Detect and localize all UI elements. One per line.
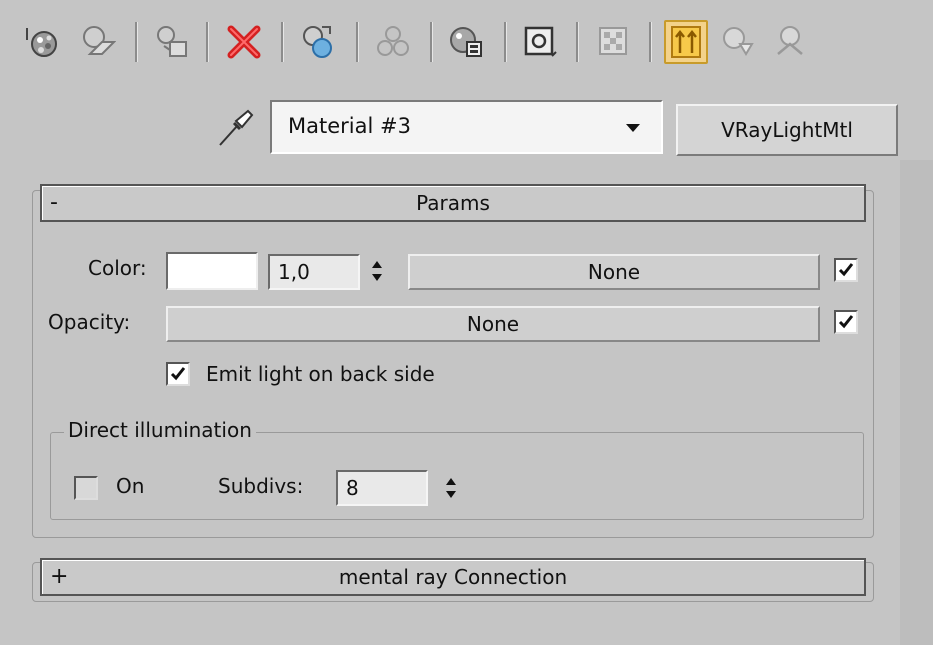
direct-on-label[interactable]: On: [116, 474, 144, 498]
show-map-in-viewport-icon[interactable]: [520, 20, 560, 64]
subdivs-field[interactable]: 8: [336, 470, 428, 506]
toolbar-separator: [649, 22, 652, 62]
toolbar-separator: [430, 22, 433, 62]
chevron-down-icon[interactable]: [613, 110, 653, 146]
rollout-title: Params: [416, 191, 490, 215]
material-type-button[interactable]: VRayLightMtl: [676, 104, 898, 156]
toolbar-separator: [356, 22, 359, 62]
color-map-checkbox[interactable]: [834, 258, 858, 282]
toolbar-separator: [206, 22, 209, 62]
emit-back-side-label[interactable]: Emit light on back side: [206, 362, 435, 386]
material-name[interactable]: Material #3: [288, 114, 411, 138]
emit-back-side-checkbox[interactable]: [166, 362, 190, 386]
put-to-scene-icon[interactable]: [78, 20, 118, 64]
opacity-map-button[interactable]: None: [166, 306, 820, 342]
assign-to-selection-icon[interactable]: [152, 20, 192, 64]
make-unique-icon[interactable]: [298, 20, 338, 64]
subdivs-label: Subdivs:: [218, 474, 304, 498]
toolbar-separator: [504, 22, 507, 62]
show-end-result-icon[interactable]: [594, 20, 634, 64]
go-to-parent-icon[interactable]: [664, 20, 708, 64]
mental-ray-rollout-header[interactable]: + mental ray Connection: [40, 558, 866, 596]
toolbar-separator: [135, 22, 138, 62]
rollout-title: mental ray Connection: [338, 565, 568, 589]
panel-right-edge: [900, 160, 933, 645]
direct-on-checkbox[interactable]: [74, 476, 98, 500]
color-multiplier-spinner[interactable]: [366, 254, 388, 288]
eyedropper-icon[interactable]: [212, 100, 260, 154]
opacity-label: Opacity:: [48, 310, 131, 334]
rollout-expand-sign: +: [50, 564, 69, 589]
put-to-library-icon[interactable]: [373, 20, 413, 64]
color-label: Color:: [88, 256, 147, 280]
go-forward-to-sibling-icon[interactable]: [718, 20, 758, 64]
color-map-button[interactable]: None: [408, 254, 820, 290]
rollout-collapse-sign: -: [50, 190, 58, 215]
material-id-channel-icon[interactable]: [447, 20, 487, 64]
direct-illumination-title: Direct illumination: [64, 418, 256, 442]
material-name-combo[interactable]: Material #3: [270, 100, 663, 154]
toolbar-separator: [281, 22, 284, 62]
reset-map-icon[interactable]: [224, 20, 264, 64]
subdivs-spinner[interactable]: [440, 471, 462, 505]
get-material-icon[interactable]: [22, 20, 62, 64]
color-swatch[interactable]: [166, 252, 258, 290]
go-to-sibling-icon[interactable]: [770, 20, 810, 64]
color-multiplier-field[interactable]: 1,0: [268, 254, 360, 290]
opacity-map-checkbox[interactable]: [834, 310, 858, 334]
material-editor-toolbar: [0, 0, 933, 80]
toolbar-separator: [576, 22, 579, 62]
params-rollout-header[interactable]: - Params: [40, 184, 866, 222]
